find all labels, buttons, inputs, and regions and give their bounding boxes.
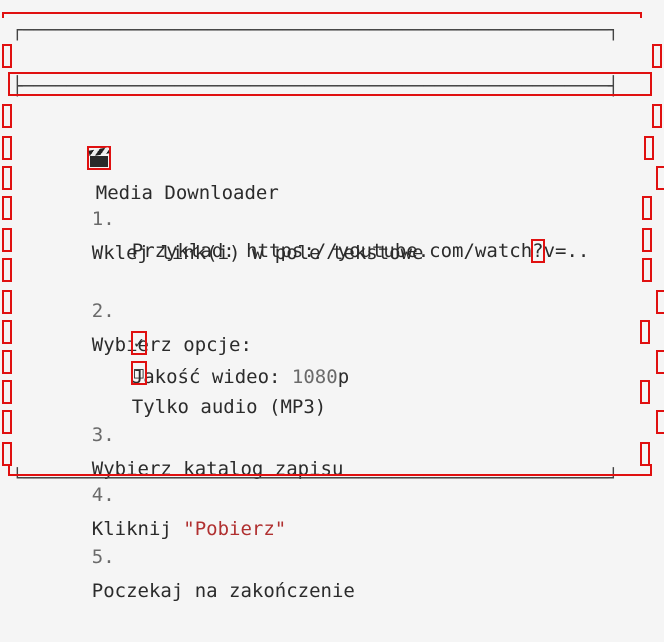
step-1-row: 1. Wklej link(i) w pole tekstowe (0, 100, 664, 264)
row-edge-left (2, 410, 12, 434)
step-number: 5. (91, 546, 115, 568)
step-4-row: 4. Kliknij "Pobierz" (0, 376, 664, 540)
row-edge-left (2, 258, 12, 282)
step-5: 5. Poczekaj na zakończenie (46, 506, 355, 642)
row-edge-right (656, 410, 664, 434)
option-video-row: ✓ Jakość wideo: 1080p (0, 224, 664, 388)
row-edge-left (2, 196, 12, 220)
blank-row (0, 406, 664, 440)
row-edge-left (2, 442, 12, 466)
blank-row (0, 162, 664, 196)
row-edge-left (2, 136, 12, 160)
step-text: Poczekaj na zakończenie (91, 580, 355, 602)
step-2-row: 2. Wybierz opcje: (0, 192, 664, 356)
row-edge-right (652, 104, 662, 128)
step-1-example-row: Przykład: https://youtube.com/watch?v=.. (0, 132, 664, 263)
blank-row (0, 346, 664, 380)
row-edge-right (642, 258, 652, 282)
row-edge-right (640, 320, 650, 344)
row-edge-right (656, 290, 664, 314)
row-edge-left (2, 44, 12, 68)
row-edge-left (2, 166, 12, 190)
row-edge-left (2, 228, 12, 252)
row-edge-right (656, 166, 664, 190)
row-edge-right (640, 380, 650, 404)
frame-top-highlight (2, 12, 642, 18)
row-edge-right (642, 228, 652, 252)
row-edge-right (656, 350, 664, 374)
row-edge-left (2, 320, 12, 344)
row-edge-left (2, 290, 12, 314)
frame-bottom-highlight (8, 464, 652, 476)
title-row: Media Downloader (0, 40, 664, 204)
row-edge-right (644, 136, 654, 160)
divider-highlight (8, 72, 652, 96)
blank-row (0, 286, 664, 320)
row-edge-right (642, 196, 652, 220)
row-edge-right (652, 44, 662, 68)
row-edge-left (2, 350, 12, 374)
row-edge-left (2, 380, 12, 404)
row-edge-right (640, 442, 650, 466)
row-edge-left (2, 104, 12, 128)
step-3-row: 3. Wybierz katalog zapisu (0, 316, 664, 480)
option-audio-row: □ Tylko audio (MP3) (0, 254, 664, 418)
